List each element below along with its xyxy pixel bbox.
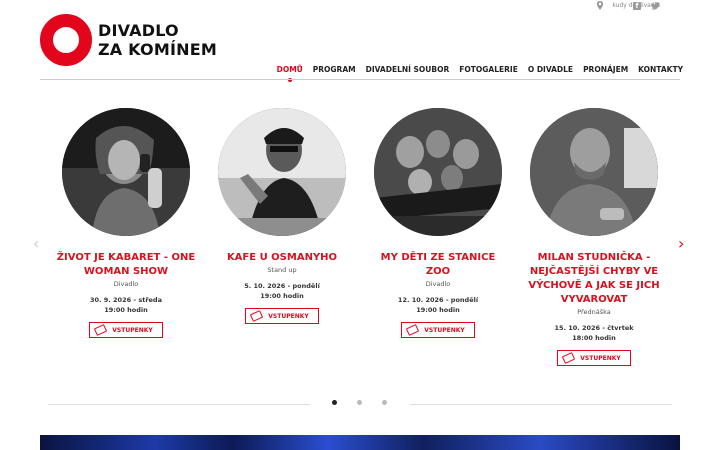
event-time: 19:00 hodin [416, 306, 460, 314]
event-category: Stand up [267, 266, 297, 274]
tickets-button[interactable]: VSTUPENKY [557, 350, 631, 366]
nav-item-about[interactable]: O DIVADLE [528, 65, 573, 74]
ticket-icon [250, 310, 264, 322]
nav-item-rental[interactable]: PRONÁJEM [583, 65, 628, 74]
logo-line-1: DIVADLO [98, 21, 179, 40]
event-title[interactable]: MY DĚTI ZE STANICE ZOO [363, 251, 513, 279]
nav-divider [40, 79, 680, 80]
hero-banner-image [40, 435, 680, 450]
tickets-button-label: VSTUPENKY [268, 312, 309, 320]
pagination-line-left [48, 404, 310, 405]
event-date: 12. 10. 2026 - pondělí [397, 296, 479, 304]
event-datetime: 15. 10. 2026 - čtvrtek 18:00 hodin [519, 323, 669, 343]
event-card: MY DĚTI ZE STANICE ZOO Divadlo 12. 10. 2… [363, 108, 513, 338]
event-time: 19:00 hodin [260, 292, 304, 300]
pagination-line-right [410, 404, 672, 405]
carousel-dot-3[interactable] [382, 400, 387, 405]
event-category: Divadlo [113, 280, 139, 288]
tickets-button[interactable]: VSTUPENKY [401, 322, 475, 338]
event-photo[interactable] [530, 108, 658, 236]
event-photo[interactable] [62, 108, 190, 236]
event-photo[interactable] [218, 108, 346, 236]
nav-item-ensemble[interactable]: DIVADELNÍ SOUBOR [366, 65, 450, 74]
tickets-button[interactable]: VSTUPENKY [89, 322, 163, 338]
carousel-dot-2[interactable] [357, 400, 362, 405]
facebook-icon[interactable]: f [633, 2, 641, 10]
logo-line-2: ZA KOMÍNEM [98, 40, 217, 59]
event-time: 18:00 hodin [572, 334, 616, 342]
carousel-dot-1[interactable] [332, 400, 337, 405]
tickets-button-label: VSTUPENKY [112, 326, 153, 334]
event-datetime: 12. 10. 2026 - pondělí 19:00 hodin [363, 295, 513, 315]
tickets-button-label: VSTUPENKY [580, 354, 621, 362]
event-datetime: 30. 9. 2026 - středa 19:00 hodin [51, 295, 201, 315]
tickets-button[interactable]: VSTUPENKY [245, 308, 319, 324]
location-pin-icon [597, 1, 604, 10]
ticket-icon [562, 352, 576, 364]
event-card: KAFE U OSMANYHO Stand up 5. 10. 2026 - p… [207, 108, 357, 324]
logo-text: DIVADLO ZA KOMÍNEM [98, 21, 217, 59]
nav-item-program[interactable]: PROGRAM [313, 65, 356, 74]
event-title[interactable]: KAFE U OSMANYHO [207, 251, 357, 265]
nav-item-home[interactable]: DOMŮ [277, 65, 303, 82]
event-time: 19:00 hodin [104, 306, 148, 314]
event-card: ŽIVOT JE KABARET - ONE WOMAN SHOW Divadl… [51, 108, 201, 338]
site-logo[interactable]: DIVADLO ZA KOMÍNEM [40, 14, 217, 66]
carousel-prev-arrow[interactable]: ‹ [33, 234, 39, 253]
nav-item-contacts[interactable]: KONTAKTY [638, 65, 683, 74]
event-date: 15. 10. 2026 - čtvrtek [554, 324, 634, 332]
carousel-next-arrow[interactable]: › [678, 234, 684, 253]
logo-ring-icon [40, 14, 92, 66]
twitter-icon[interactable] [651, 2, 660, 10]
event-photo[interactable] [374, 108, 502, 236]
event-category: Přednáška [577, 308, 611, 316]
ticket-icon [94, 324, 108, 336]
event-card: MILAN STUDNIČKA - NEJČASTĚJŠÍ CHYBY VE V… [519, 108, 669, 366]
nav-item-gallery[interactable]: FOTOGALERIE [459, 65, 518, 74]
tickets-button-label: VSTUPENKY [424, 326, 465, 334]
event-title[interactable]: MILAN STUDNIČKA - NEJČASTĚJŠÍ CHYBY VE V… [519, 251, 669, 307]
event-date: 5. 10. 2026 - pondělí [244, 282, 320, 290]
event-category: Divadlo [425, 280, 451, 288]
event-title[interactable]: ŽIVOT JE KABARET - ONE WOMAN SHOW [51, 251, 201, 279]
main-navigation: DOMŮ PROGRAM DIVADELNÍ SOUBOR FOTOGALERI… [277, 65, 683, 82]
event-datetime: 5. 10. 2026 - pondělí 19:00 hodin [207, 281, 357, 301]
event-date: 30. 9. 2026 - středa [90, 296, 162, 304]
ticket-icon [406, 324, 420, 336]
